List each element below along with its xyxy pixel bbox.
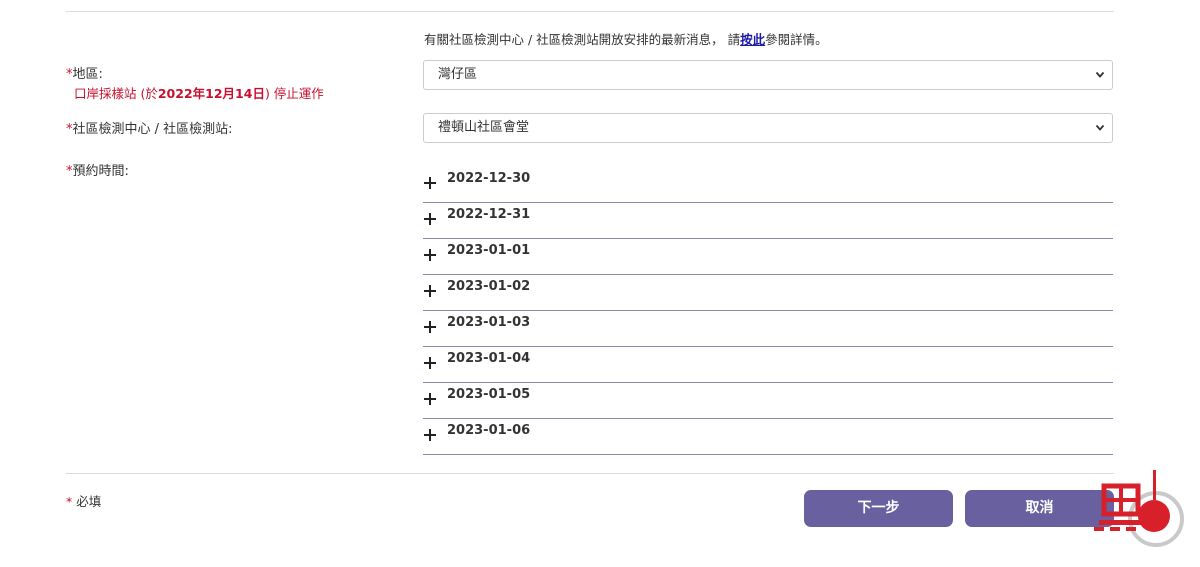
- date-label[interactable]: 2022-12-30: [447, 171, 530, 186]
- centre-label: *社區檢測中心 / 社區檢測站:: [66, 118, 233, 137]
- district-select[interactable]: 灣仔區: [423, 60, 1113, 90]
- chevron-down-icon: [1092, 114, 1108, 154]
- notice-suffix: 參閱詳情。: [765, 32, 828, 47]
- date-row[interactable]: 2022-12-31: [423, 203, 1113, 239]
- date-row[interactable]: 2023-01-02: [423, 275, 1113, 311]
- required-note-text: 必填: [76, 494, 102, 509]
- date-label[interactable]: 2023-01-02: [447, 279, 530, 294]
- required-mark: *: [66, 494, 73, 509]
- centre-label-text: 社區檢測中心 / 社區檢測站:: [72, 122, 233, 137]
- date-label[interactable]: 2023-01-06: [447, 423, 530, 438]
- plus-icon[interactable]: [423, 314, 437, 333]
- district-note-suffix: ) 停止運作: [264, 86, 324, 101]
- date-label[interactable]: 2023-01-03: [447, 315, 530, 330]
- next-button[interactable]: 下一步: [804, 490, 953, 527]
- date-row[interactable]: 2022-12-30: [423, 167, 1113, 203]
- bottom-divider: [66, 473, 1114, 474]
- date-label[interactable]: 2023-01-01: [447, 243, 530, 258]
- plus-icon[interactable]: [423, 206, 437, 225]
- district-label-text: 地區:: [72, 67, 103, 82]
- date-row[interactable]: 2023-01-04: [423, 347, 1113, 383]
- district-note-date: 2022年12月14日: [157, 86, 265, 101]
- date-row[interactable]: 2023-01-06: [423, 419, 1113, 455]
- chevron-down-icon: [1092, 61, 1108, 101]
- time-label: *預約時間:: [66, 160, 129, 179]
- date-label[interactable]: 2022-12-31: [447, 207, 530, 222]
- top-divider: [66, 11, 1114, 12]
- notice-link[interactable]: 按此: [740, 32, 765, 47]
- district-note-prefix: 口岸採樣站 (於: [74, 86, 158, 101]
- notice-text: 有關社區檢測中心 / 社區檢測站開放安排的最新消息， 請按此參閱詳情。: [424, 29, 828, 48]
- plus-icon[interactable]: [423, 170, 437, 189]
- plus-icon[interactable]: [423, 278, 437, 297]
- required-note: * 必填: [66, 491, 101, 510]
- plus-icon[interactable]: [423, 350, 437, 369]
- district-note: 口岸採樣站 (於2022年12月14日) 停止運作: [74, 83, 324, 102]
- plus-icon[interactable]: [423, 242, 437, 261]
- centre-select-value: 禮頓山社區會堂: [438, 120, 530, 135]
- time-label-text: 預約時間:: [72, 164, 129, 179]
- date-label[interactable]: 2023-01-05: [447, 387, 530, 402]
- plus-icon[interactable]: [423, 422, 437, 441]
- plus-icon[interactable]: [423, 386, 437, 405]
- date-row[interactable]: 2023-01-01: [423, 239, 1113, 275]
- date-label[interactable]: 2023-01-04: [447, 351, 530, 366]
- district-label: *地區:: [66, 63, 103, 82]
- date-row[interactable]: 2023-01-03: [423, 311, 1113, 347]
- notice-prefix: 有關社區檢測中心 / 社區檢測站開放安排的最新消息， 請: [424, 32, 741, 47]
- date-row[interactable]: 2023-01-05: [423, 383, 1113, 419]
- date-accordion: 2022-12-30 2022-12-31 2023-01-01 2023-01…: [423, 167, 1113, 455]
- floating-logo-icon[interactable]: [1090, 466, 1186, 552]
- district-select-value: 灣仔區: [438, 67, 478, 82]
- centre-select[interactable]: 禮頓山社區會堂: [423, 113, 1113, 143]
